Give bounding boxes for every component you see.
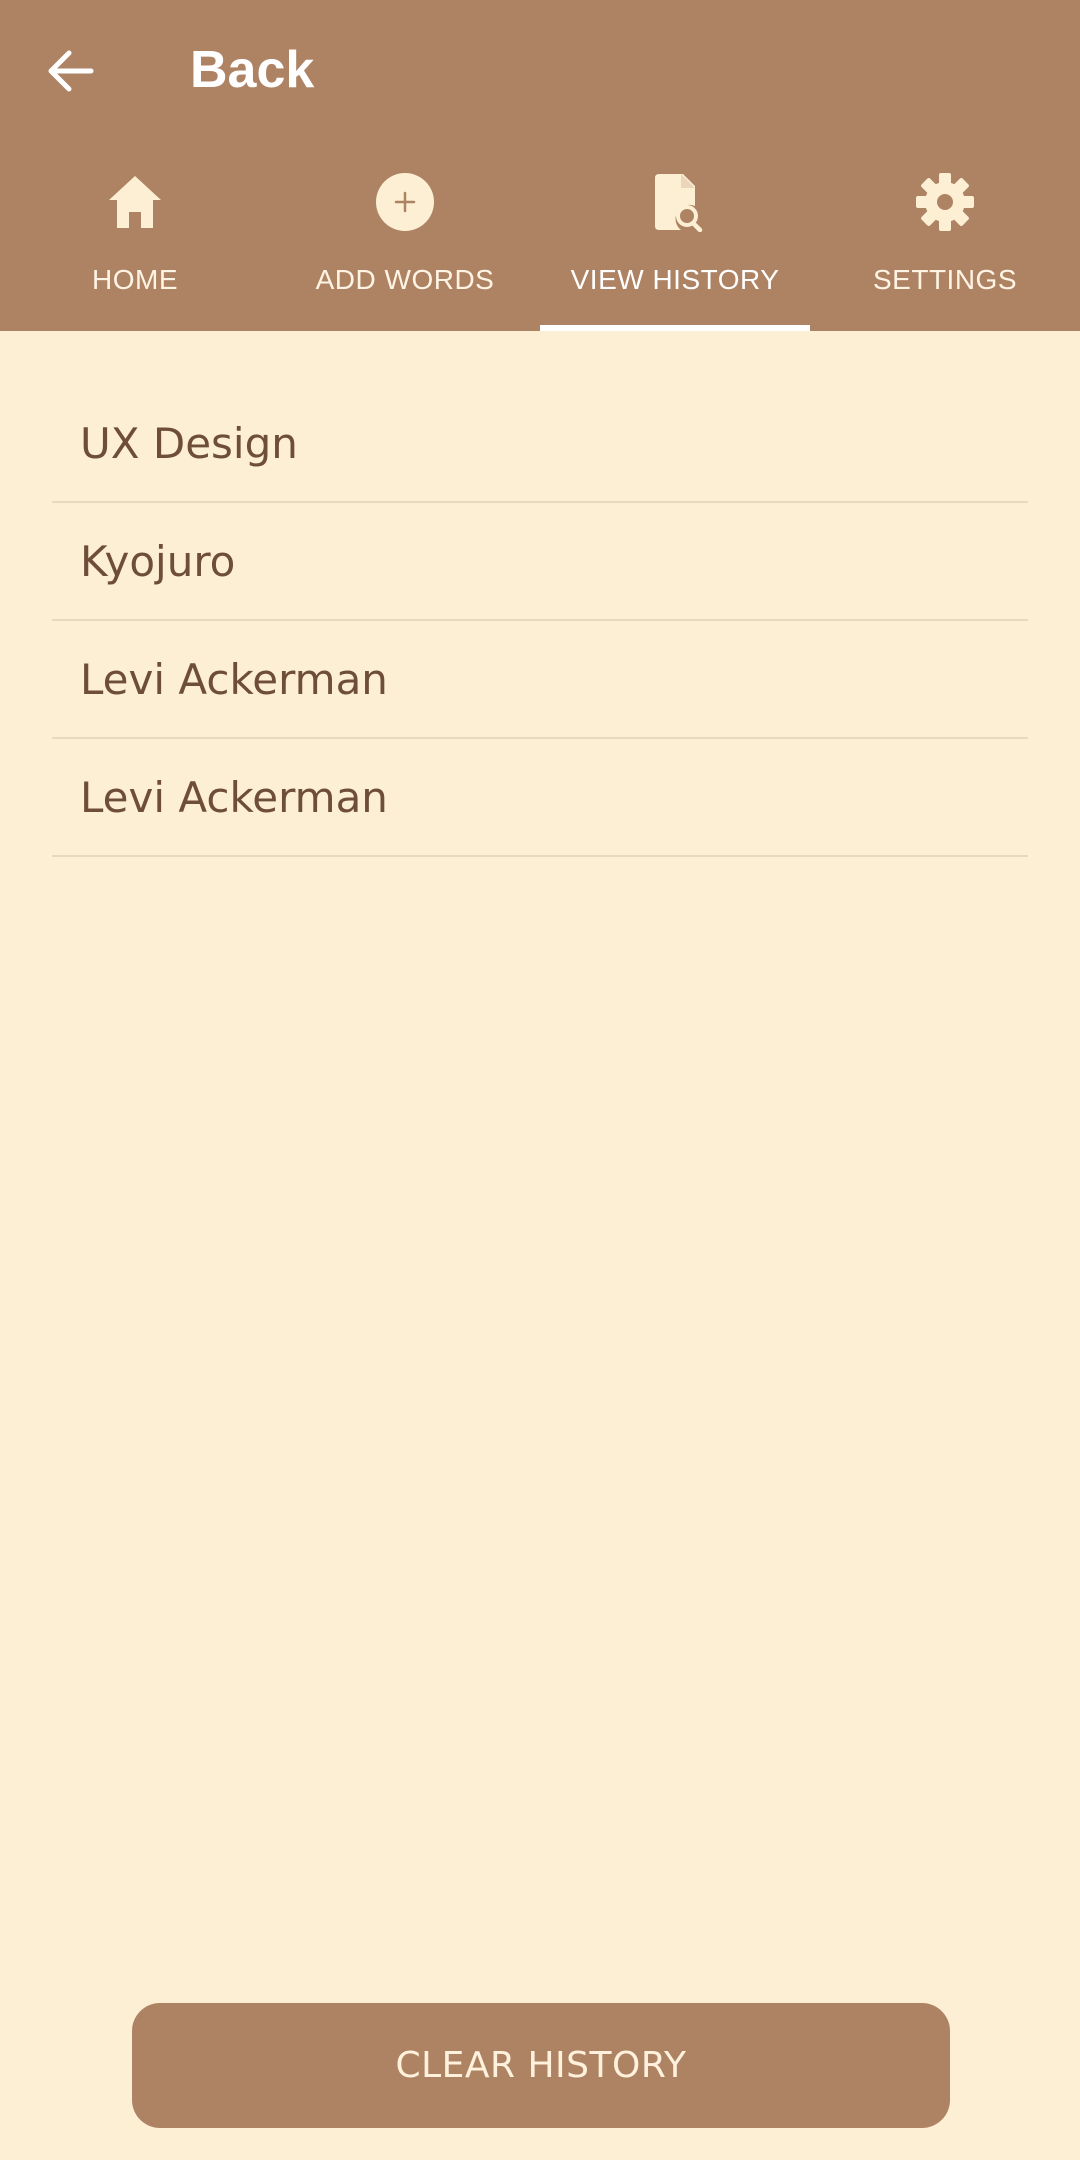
tab-settings-label: SETTINGS — [872, 264, 1017, 295]
history-item-label: Levi Ackerman — [80, 654, 388, 704]
tab-settings[interactable]: SETTINGS — [810, 160, 1080, 331]
add-circle-icon — [376, 173, 434, 231]
clear-history-label: CLEAR HISTORY — [395, 2045, 687, 2086]
gear-icon — [916, 173, 974, 231]
history-item[interactable]: Levi Ackerman — [52, 739, 1028, 857]
clear-history-button[interactable]: CLEAR HISTORY — [132, 2003, 950, 2128]
tab-add-words[interactable]: ADD WORDS — [270, 160, 540, 331]
history-item[interactable]: Kyojuro — [52, 503, 1028, 621]
history-item[interactable]: UX Design — [52, 385, 1028, 503]
history-item-label: Levi Ackerman — [80, 772, 388, 822]
arrow-left-icon — [48, 50, 94, 92]
history-item-label: Kyojuro — [80, 536, 236, 586]
tab-home-label: HOME — [92, 264, 178, 295]
history-list: UX Design Kyojuro Levi Ackerman Levi Ack… — [52, 385, 1028, 857]
tab-home[interactable]: HOME — [0, 160, 270, 331]
home-icon — [109, 176, 161, 228]
history-item-label: UX Design — [80, 418, 298, 468]
active-tab-indicator — [540, 325, 810, 331]
app-bar: Back HOME ADD WORDS VIEW HISTORY SETTING… — [0, 0, 1080, 331]
document-search-icon — [655, 174, 703, 232]
tab-view-history[interactable]: VIEW HISTORY — [540, 160, 810, 331]
tab-bar: HOME ADD WORDS VIEW HISTORY SETTINGS — [0, 160, 1080, 331]
history-item[interactable]: Levi Ackerman — [52, 621, 1028, 739]
back-title[interactable]: Back — [190, 38, 314, 102]
tab-add-words-label: ADD WORDS — [315, 264, 495, 295]
back-button[interactable] — [30, 30, 112, 112]
tab-view-history-label: VIEW HISTORY — [570, 264, 780, 295]
